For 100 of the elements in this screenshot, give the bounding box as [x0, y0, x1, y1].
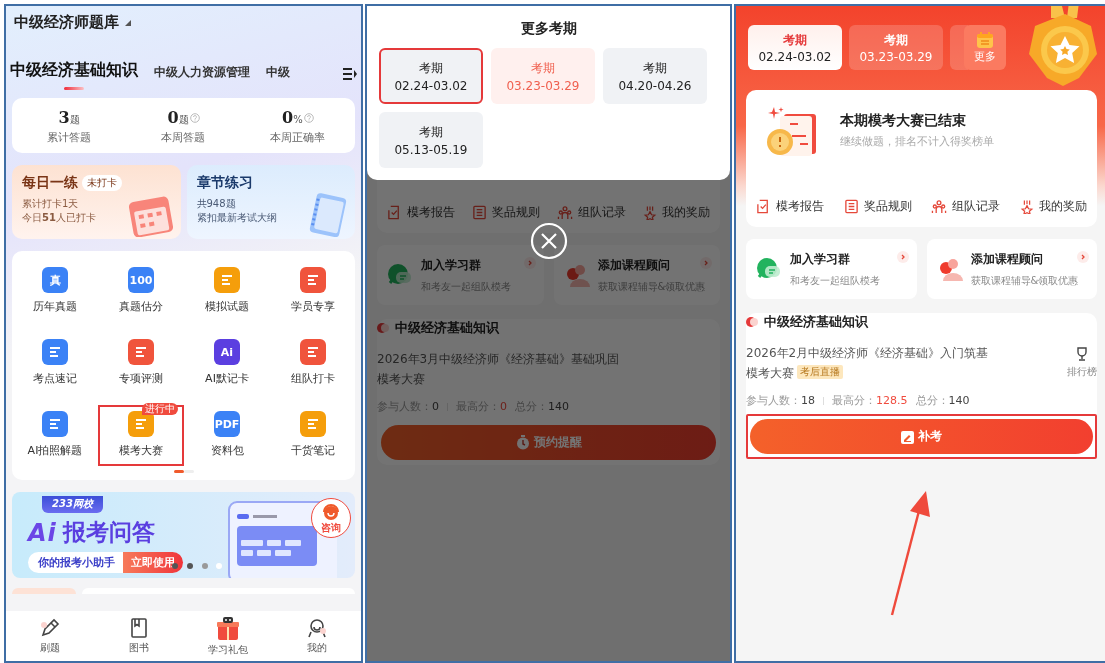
action-link[interactable]: 组队记录	[931, 198, 1001, 215]
team-icon	[931, 199, 948, 214]
menu-icon[interactable]	[343, 68, 357, 80]
nav-item[interactable]: 刷题	[6, 617, 95, 655]
stopwatch-icon	[515, 435, 530, 450]
chevron-icon	[523, 257, 536, 269]
subject-tab[interactable]: 中级	[266, 64, 290, 90]
stat-text: 总分：140	[915, 393, 970, 408]
period-option[interactable]: 考期 05.13-05.19	[379, 112, 483, 168]
service-subtitle: 获取课程辅导&领取优惠	[970, 273, 1079, 288]
stat-label: 本周答题	[160, 130, 207, 145]
chat-bubble-icon	[756, 257, 782, 281]
action-link[interactable]: 模考报告	[756, 198, 824, 215]
app-tile-icon: 真	[42, 267, 68, 293]
app-tile-icon: 100	[128, 267, 154, 293]
gift-box-icon	[214, 615, 241, 641]
feature-button[interactable]: 100 真题估分	[98, 261, 184, 322]
stat-value: 0题	[167, 108, 189, 127]
practice-card[interactable]: 章节练习 共948题 紧扣最新考试大纲	[186, 165, 355, 239]
contest-button[interactable]: 补考	[750, 419, 1093, 454]
practice-card[interactable]: 每日一练 未打卡 累计打卡1天 今日51人已打卡	[12, 165, 181, 239]
feature-button[interactable]: 学员专享	[270, 261, 356, 322]
feature-button[interactable]: 真 历年真题	[12, 261, 98, 322]
sheet-title: 更多考期	[519, 20, 578, 38]
ranking-link[interactable]: 排行榜	[1067, 343, 1097, 383]
stat-value: 0%	[282, 108, 303, 127]
chevron-icon	[700, 257, 712, 269]
status-title: 本期模考大赛已结束	[840, 112, 967, 130]
carousel-dots	[172, 563, 222, 569]
calendar-icon	[976, 31, 994, 48]
consult-badge[interactable]: 咨询	[311, 498, 351, 538]
service-subtitle: 和考友一起组队模考	[790, 273, 880, 288]
page-indicator	[173, 470, 194, 474]
subject-tab[interactable]: 中级经济基础知识	[10, 60, 138, 90]
nav-item[interactable]: 学习礼包	[183, 615, 273, 657]
action-link[interactable]: 奖品规则	[472, 204, 540, 221]
card-text: 累计打卡1天	[22, 197, 80, 211]
period-tab[interactable]: 考期 02.24-03.02	[748, 25, 842, 70]
status-subtitle: 继续做题，排名不计入得奖榜单	[840, 134, 994, 149]
action-link[interactable]: 我的奖励	[643, 204, 710, 221]
card-text: 今日51人已打卡	[22, 211, 97, 225]
feature-button[interactable]: Ai AI默记卡	[184, 333, 270, 394]
subject-title: 中级经济基础知识	[764, 313, 868, 331]
period-option[interactable]: 考期 02.24-03.02	[379, 48, 483, 104]
card-title: 每日一练	[22, 174, 78, 192]
action-link[interactable]: 组队记录	[557, 204, 626, 221]
stat-value: 3题	[58, 108, 80, 127]
award-icon	[1019, 199, 1034, 214]
feature-button[interactable]: 进行中 模考大赛	[98, 405, 184, 466]
feature-button[interactable]: 考点速记	[12, 333, 98, 394]
stat-text: 参与人数：18	[746, 393, 815, 408]
report-icon	[756, 199, 771, 214]
app-tile-icon: Ai	[214, 339, 240, 365]
chat-bubble-icon	[387, 263, 413, 287]
service-card[interactable]: 加入学习群 和考友一起组队模考	[746, 239, 917, 299]
close-icon[interactable]	[529, 222, 568, 260]
nav-item[interactable]: 图书	[94, 617, 184, 655]
feature-button[interactable]: PDF 资料包	[184, 405, 270, 466]
person-icon	[305, 617, 328, 639]
service-card[interactable]: 添加课程顾问 获取课程辅导&领取优惠	[926, 239, 1097, 299]
contest-title: 2026年2月中级经济师《经济基础》入门筑基模考大赛 考后直播	[746, 345, 990, 382]
action-link[interactable]: 模考报告	[387, 204, 455, 221]
card-text: 紧扣最新考试大纲	[196, 211, 278, 225]
contest-title: 2026年3月中级经济师《经济基础》基础巩固模考大赛	[377, 351, 621, 388]
banner-headline: 报考问答	[62, 518, 155, 547]
half-circle-icon	[746, 317, 758, 327]
stat-label: 累计答题	[46, 130, 93, 145]
feature-button[interactable]: 模拟试题	[184, 261, 270, 322]
app-tile-icon: PDF	[214, 411, 240, 437]
trophy-icon	[1075, 347, 1089, 361]
card-title: 章节练习	[196, 174, 253, 192]
stat-label: 本周正确率	[269, 130, 327, 145]
award-icon	[643, 205, 657, 220]
period-option[interactable]: 考期 04.20-04.26	[603, 48, 707, 104]
banner-tagline: 你的报考小助手	[28, 552, 123, 573]
app-title[interactable]: 中级经济师题库	[14, 13, 119, 32]
book-icon	[129, 617, 150, 639]
pencil-icon	[39, 617, 62, 639]
brand-tag: 233网校	[42, 496, 103, 513]
action-link[interactable]: 奖品规则	[843, 198, 912, 215]
service-title: 添加课程顾问	[597, 256, 671, 274]
feature-button[interactable]: 干货笔记	[270, 405, 356, 466]
dropdown-icon[interactable]	[125, 19, 131, 26]
action-link[interactable]: 我的奖励	[1019, 198, 1087, 215]
feature-button[interactable]: 组队打卡	[270, 333, 356, 394]
status-badge: 未打卡	[82, 175, 122, 191]
service-title: 加入学习群	[790, 250, 851, 268]
service-title: 添加课程顾问	[970, 250, 1044, 268]
subject-tab[interactable]: 中级人力资源管理	[154, 64, 250, 90]
list-icon	[472, 205, 487, 220]
live-tag: 考后直播	[797, 365, 843, 379]
feature-button[interactable]: 专项评测	[98, 333, 184, 394]
report-icon	[387, 205, 402, 220]
half-circle-icon	[377, 323, 389, 333]
nav-item[interactable]: 我的	[272, 617, 361, 655]
feature-button[interactable]: AI拍照解题	[12, 405, 98, 466]
chevron-icon	[896, 251, 909, 263]
team-icon	[557, 205, 573, 220]
subject-title: 中级经济基础知识	[395, 319, 499, 337]
list-icon	[843, 199, 859, 214]
